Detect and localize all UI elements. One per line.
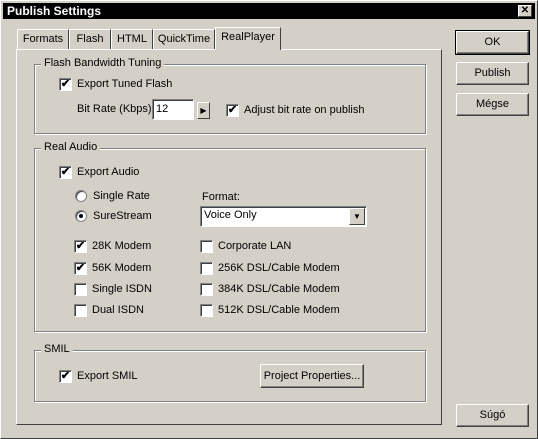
publish-settings-dialog: Publish Settings ✕ Formats Flash HTML Qu… (0, 0, 538, 439)
tab-html[interactable]: HTML (111, 29, 153, 49)
smil-group: SMIL ✔ Export SMIL Project Properties... (34, 343, 426, 402)
bit-rate-label: Bit Rate (Kbps): (77, 103, 155, 115)
adjust-bit-rate-label: Adjust bit rate on publish (244, 104, 365, 116)
realplayer-panel: Flash Bandwidth Tuning ✔ Export Tuned Fl… (16, 49, 442, 425)
single-rate-label: Single Rate (93, 190, 150, 202)
target-single-isdn-label: Single ISDN (92, 283, 152, 295)
export-audio-label: Export Audio (77, 166, 140, 178)
target-384k-label: 384K DSL/Cable Modem (218, 283, 340, 295)
format-label: Format: (202, 191, 240, 203)
close-icon[interactable]: ✕ (518, 5, 532, 17)
target-28k-checkbox[interactable]: ✔ (74, 240, 87, 253)
tab-flash[interactable]: Flash (69, 29, 111, 49)
target-dual-isdn-checkbox[interactable] (74, 304, 87, 317)
target-512k-checkbox[interactable] (200, 304, 213, 317)
ok-button[interactable]: OK (455, 30, 530, 55)
target-256k-checkbox[interactable] (200, 262, 213, 275)
export-tuned-flash-label: Export Tuned Flash (77, 78, 173, 90)
window-title: Publish Settings (7, 4, 102, 18)
title-bar: Publish Settings ✕ (3, 3, 535, 19)
target-56k-label: 56K Modem (92, 262, 152, 274)
target-corporate-lan-label: Corporate LAN (218, 240, 292, 252)
target-single-isdn-checkbox[interactable] (74, 283, 87, 296)
target-dual-isdn-label: Dual ISDN (92, 304, 144, 316)
bit-rate-arrow-icon[interactable]: ▶ (197, 102, 210, 119)
smil-title: SMIL (41, 343, 73, 355)
target-corporate-lan-checkbox[interactable] (200, 240, 213, 253)
bit-rate-input[interactable]: 12 (152, 99, 194, 120)
real-audio-title: Real Audio (41, 141, 101, 153)
tab-formats[interactable]: Formats (17, 29, 69, 49)
tab-quicktime[interactable]: QuickTime (153, 29, 215, 49)
format-select[interactable]: Voice Only ▼ (200, 206, 367, 227)
flash-bandwidth-title: Flash Bandwidth Tuning (41, 57, 165, 69)
export-smil-checkbox[interactable]: ✔ (59, 370, 72, 383)
single-rate-radio[interactable] (75, 190, 87, 202)
format-select-value: Voice Only (204, 209, 257, 221)
surestream-radio[interactable] (75, 210, 87, 222)
adjust-bit-rate-checkbox[interactable]: ✔ (226, 104, 239, 117)
target-28k-label: 28K Modem (92, 240, 152, 252)
export-smil-label: Export SMIL (77, 370, 138, 382)
publish-button[interactable]: Publish (456, 62, 529, 85)
surestream-selected-dot (79, 214, 83, 218)
target-384k-checkbox[interactable] (200, 283, 213, 296)
project-properties-button[interactable]: Project Properties... (260, 364, 364, 388)
flash-bandwidth-group: Flash Bandwidth Tuning ✔ Export Tuned Fl… (34, 57, 426, 134)
target-56k-checkbox[interactable]: ✔ (74, 262, 87, 275)
cancel-button[interactable]: Mégse (456, 93, 529, 116)
chevron-down-icon[interactable]: ▼ (349, 208, 365, 225)
surestream-label: SureStream (93, 210, 152, 222)
tab-realplayer[interactable]: RealPlayer (215, 27, 281, 50)
target-512k-label: 512K DSL/Cable Modem (218, 304, 340, 316)
export-audio-checkbox[interactable]: ✔ (59, 166, 72, 179)
target-256k-label: 256K DSL/Cable Modem (218, 262, 340, 274)
export-tuned-flash-checkbox[interactable]: ✔ (59, 78, 72, 91)
help-button[interactable]: Súgó (456, 404, 529, 427)
real-audio-group: Real Audio ✔ Export Audio Single Rate Su… (34, 141, 426, 332)
